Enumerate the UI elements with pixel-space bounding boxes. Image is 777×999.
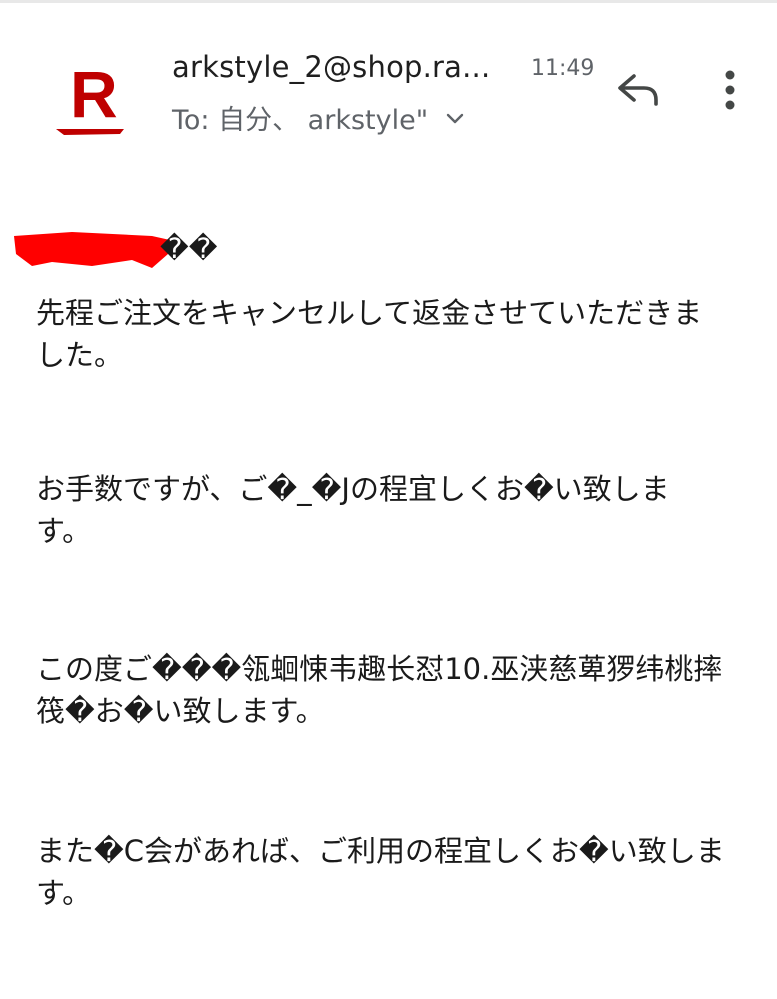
paragraph-3: この度ご���瓴蛔悚韦趣长怼10.巫浃慈萆猡纬桃摔 筏�お�い致します。 <box>36 648 756 732</box>
greeting-glyphs: �� <box>160 232 218 265</box>
paragraph-line: した。 <box>36 338 124 372</box>
paragraph-line: す。 <box>36 514 92 548</box>
paragraph-line: 先程ご注文をキャンセルして返金させていただきま <box>36 296 703 330</box>
paragraph-line: す。 <box>36 876 92 910</box>
chevron-down-icon[interactable] <box>444 107 466 129</box>
recipients-line[interactable]: To: 自分、 arkstyle" <box>172 98 466 137</box>
redaction-mark <box>14 232 170 268</box>
paragraph-2: お手数ですが、ご�_�Jの程宜しくお�い致しま す。 <box>36 468 756 552</box>
more-vert-icon[interactable] <box>715 66 745 116</box>
svg-text:R: R <box>70 57 118 131</box>
timestamp: 11:49 <box>531 56 595 81</box>
paragraph-line: また�C会があれば、ご利用の程宜しくお�い致しま <box>36 834 725 868</box>
recipients-text: To: 自分、 arkstyle" <box>172 105 429 136</box>
reply-icon[interactable] <box>612 68 662 112</box>
paragraph-line: お手数ですが、ご�_�Jの程宜しくお�い致しま <box>36 472 670 506</box>
sender-avatar[interactable]: R <box>50 55 130 140</box>
paragraph-line: 筏�お�い致します。 <box>36 694 325 728</box>
sender-address[interactable]: arkstyle_2@shop.ra... <box>172 50 490 84</box>
paragraph-1: 先程ご注文をキャンセルして返金させていただきま した。 <box>36 292 756 376</box>
paragraph-line: この度ご���瓴蛔悚韦趣长怼10.巫浃慈萆猡纬桃摔 <box>36 652 723 686</box>
email-header: R arkstyle_2@shop.ra... 11:49 To: 自分、 ar… <box>0 0 777 170</box>
paragraph-4: また�C会があれば、ご利用の程宜しくお�い致しま す。 <box>36 830 756 914</box>
